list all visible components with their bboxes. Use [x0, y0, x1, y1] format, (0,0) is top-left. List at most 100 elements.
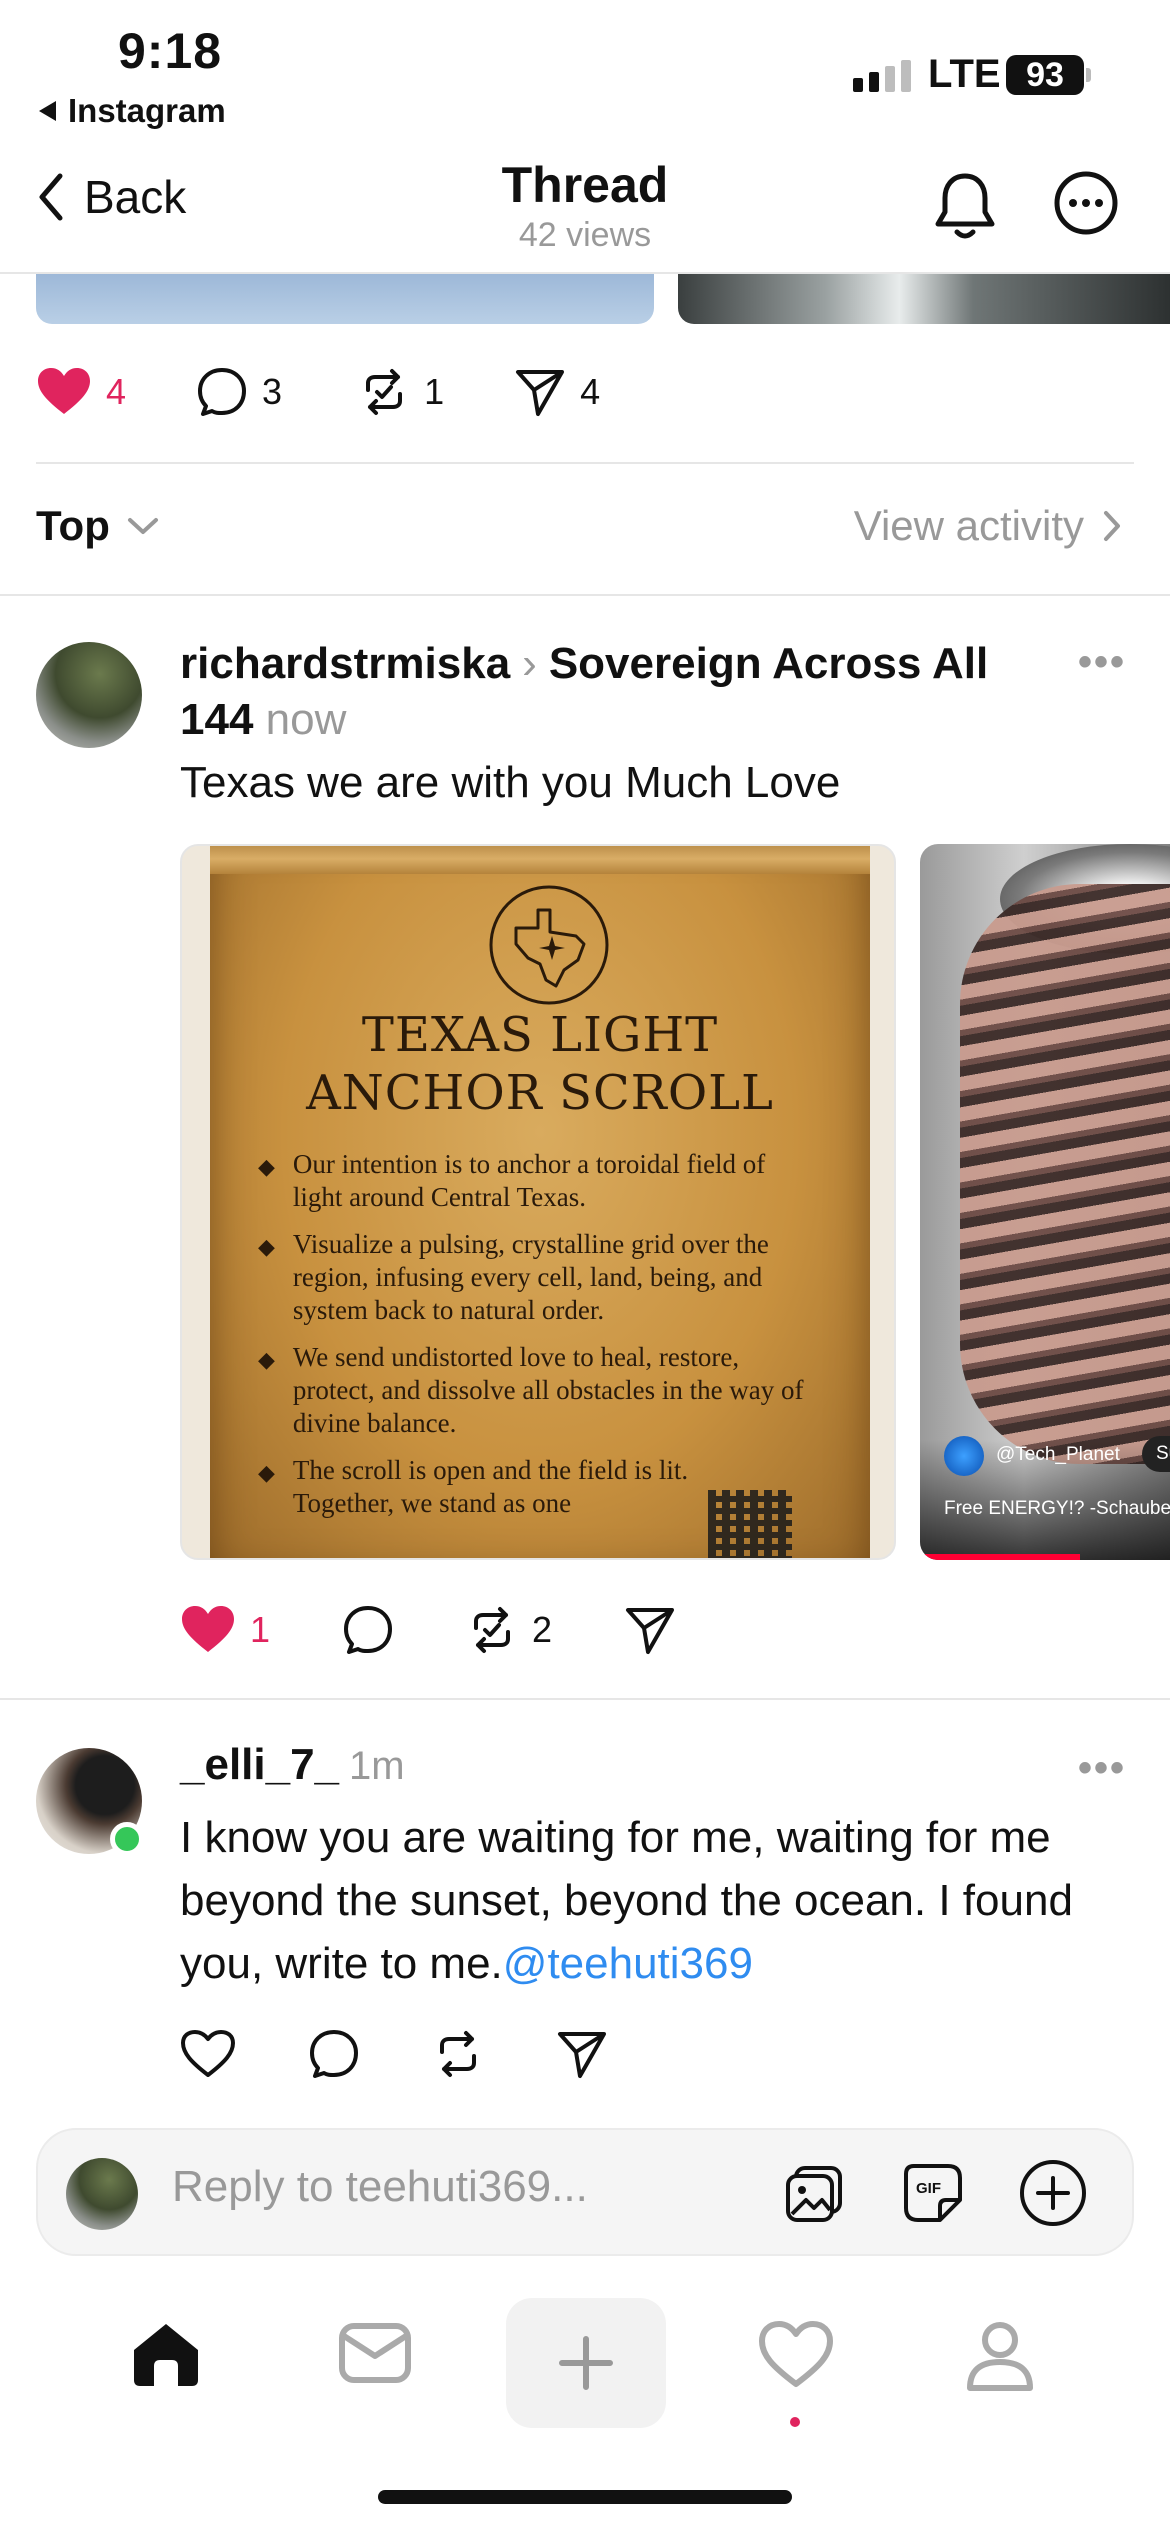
post-text: I know you are waiting for me, waiting f…	[180, 1806, 1150, 1995]
reply-button[interactable]	[342, 1604, 394, 1656]
status-time: 9:18	[118, 23, 223, 79]
send-icon	[624, 1604, 676, 1656]
list-item: ◆ The scroll is open and the field is lit…	[258, 1454, 698, 1520]
username[interactable]: _elli_7_	[180, 1740, 339, 1789]
heart-filled-icon	[180, 1605, 236, 1655]
scroll-roll	[210, 846, 870, 874]
post-action-row: 1 2	[180, 1604, 676, 1656]
sort-label: Top	[36, 502, 110, 549]
tab-activity[interactable]	[758, 2320, 834, 2390]
back-triangle-icon	[36, 99, 58, 123]
repost-button[interactable]	[432, 2028, 484, 2080]
view-activity-label: View activity	[853, 502, 1084, 549]
diamond-bullet-icon: ◆	[258, 1347, 275, 1372]
battery-tip	[1086, 68, 1091, 82]
parent-image-sky[interactable]	[36, 274, 654, 324]
repost-checked-icon	[466, 1604, 518, 1656]
post-time: 1m	[349, 1744, 405, 1788]
mention-link[interactable]: @teehuti369	[503, 1939, 753, 1988]
video-caption: Free ENERGY!? -Schauberg	[944, 1498, 1170, 1519]
diamond-bullet-icon: ◆	[258, 1234, 275, 1259]
avatar[interactable]	[36, 642, 142, 748]
share-button[interactable]	[624, 1604, 676, 1656]
avatar	[66, 2158, 138, 2230]
channel-handle: @Tech_Planet	[996, 1444, 1120, 1465]
divider	[36, 462, 1134, 464]
share-button[interactable]	[556, 2028, 608, 2080]
diamond-bullet-icon: ◆	[258, 1460, 275, 1485]
battery-icon: 93	[1006, 55, 1084, 95]
repost-checked-icon	[358, 366, 410, 418]
svg-text:GIF: GIF	[916, 2180, 941, 2197]
chevron-right-icon	[1102, 509, 1122, 543]
add-attachment-icon[interactable]	[1018, 2158, 1088, 2228]
tab-compose[interactable]	[506, 2298, 666, 2428]
heart-outline-icon	[180, 2029, 236, 2079]
like-button[interactable]: 1	[180, 1605, 270, 1655]
scroll-list: ◆ Our intention is to anchor a toroidal f…	[258, 1148, 818, 1534]
subscribe-badge: Su	[1142, 1436, 1170, 1472]
texas-star-emblem-icon	[486, 882, 612, 1008]
list-item: ◆ Visualize a pulsing, crystalline grid o…	[258, 1228, 818, 1327]
more-options-icon[interactable]	[1053, 170, 1119, 236]
parent-share-count: 4	[580, 371, 601, 412]
scroll-title-line1: TEXAS LIGHT	[361, 1007, 719, 1063]
list-item: ◆ We send undistorted love to heal, resto…	[258, 1341, 818, 1440]
back-to-app-button[interactable]: Instagram	[36, 92, 226, 130]
tab-home[interactable]	[128, 2320, 204, 2390]
scroll-parchment: TEXAS LIGHT ANCHOR SCROLL ◆ Our intention…	[210, 846, 870, 1558]
post-video-thumbnail[interactable]: @Tech_Planet Su Free ENERGY!? -Schauberg	[920, 844, 1170, 1560]
comment-bubble-icon	[342, 1604, 394, 1656]
repost-count: 2	[532, 1609, 553, 1650]
gif-picker-icon[interactable]: GIF	[900, 2160, 966, 2226]
comment-bubble-icon	[308, 2028, 360, 2080]
post-more-icon[interactable]: •••	[1078, 1746, 1126, 1791]
post-more-icon[interactable]: •••	[1078, 640, 1126, 685]
parent-repost-button[interactable]: 1	[358, 366, 444, 418]
online-status-dot	[110, 1822, 144, 1856]
like-button[interactable]	[180, 2029, 236, 2079]
sort-dropdown[interactable]: Top	[36, 502, 160, 550]
parent-reply-count: 3	[262, 371, 283, 412]
post-time: now	[265, 695, 347, 744]
home-indicator	[378, 2490, 792, 2504]
chevron-right-icon: ›	[522, 639, 537, 688]
heart-filled-icon	[36, 367, 92, 417]
tab-inbox[interactable]	[338, 2320, 412, 2386]
tab-profile[interactable]	[964, 2320, 1036, 2392]
video-progress-bar	[920, 1554, 1080, 1560]
post-header: _elli_7_ 1m	[180, 1740, 405, 1790]
reply-button[interactable]	[308, 2028, 360, 2080]
notifications-bell-icon[interactable]	[930, 168, 1000, 244]
divider	[0, 1698, 1170, 1700]
post-header: richardstrmiska › Sovereign Across All 144…	[180, 636, 1060, 748]
parent-like-button[interactable]: 4	[36, 367, 126, 417]
send-icon	[514, 366, 566, 418]
view-activity-link[interactable]: View activity	[854, 502, 1122, 550]
qr-code-icon	[708, 1490, 792, 1558]
comment-bubble-icon	[196, 366, 248, 418]
send-icon	[556, 2028, 608, 2080]
post-image-scroll[interactable]: TEXAS LIGHT ANCHOR SCROLL ◆ Our intention…	[180, 844, 896, 1560]
list-item: ◆ Our intention is to anchor a toroidal f…	[258, 1148, 818, 1214]
activity-notification-dot	[790, 2417, 800, 2427]
username[interactable]: richardstrmiska	[180, 639, 510, 688]
network-type: LTE	[928, 52, 1001, 96]
parent-repost-count: 1	[424, 371, 445, 412]
parent-share-button[interactable]: 4	[514, 366, 600, 418]
post-action-row	[180, 2028, 608, 2080]
parent-reply-button[interactable]: 3	[196, 366, 282, 418]
back-app-label: Instagram	[68, 92, 226, 129]
parent-image-waves[interactable]	[678, 274, 1170, 324]
scroll-item-text: The scroll is open and the field is lit.…	[292, 1455, 689, 1518]
scroll-title: TEXAS LIGHT ANCHOR SCROLL	[210, 1006, 870, 1122]
post-text: Texas we are with you Much Love	[180, 758, 841, 807]
chevron-down-icon	[126, 515, 160, 537]
repost-button[interactable]: 2	[466, 1604, 552, 1656]
reply-input[interactable]	[172, 2162, 752, 2212]
diamond-bullet-icon: ◆	[258, 1154, 275, 1179]
image-picker-icon[interactable]	[782, 2160, 848, 2226]
divider	[0, 594, 1170, 596]
parent-like-count: 4	[106, 371, 127, 412]
scroll-item-text: Visualize a pulsing, crystalline grid ov…	[292, 1229, 769, 1325]
